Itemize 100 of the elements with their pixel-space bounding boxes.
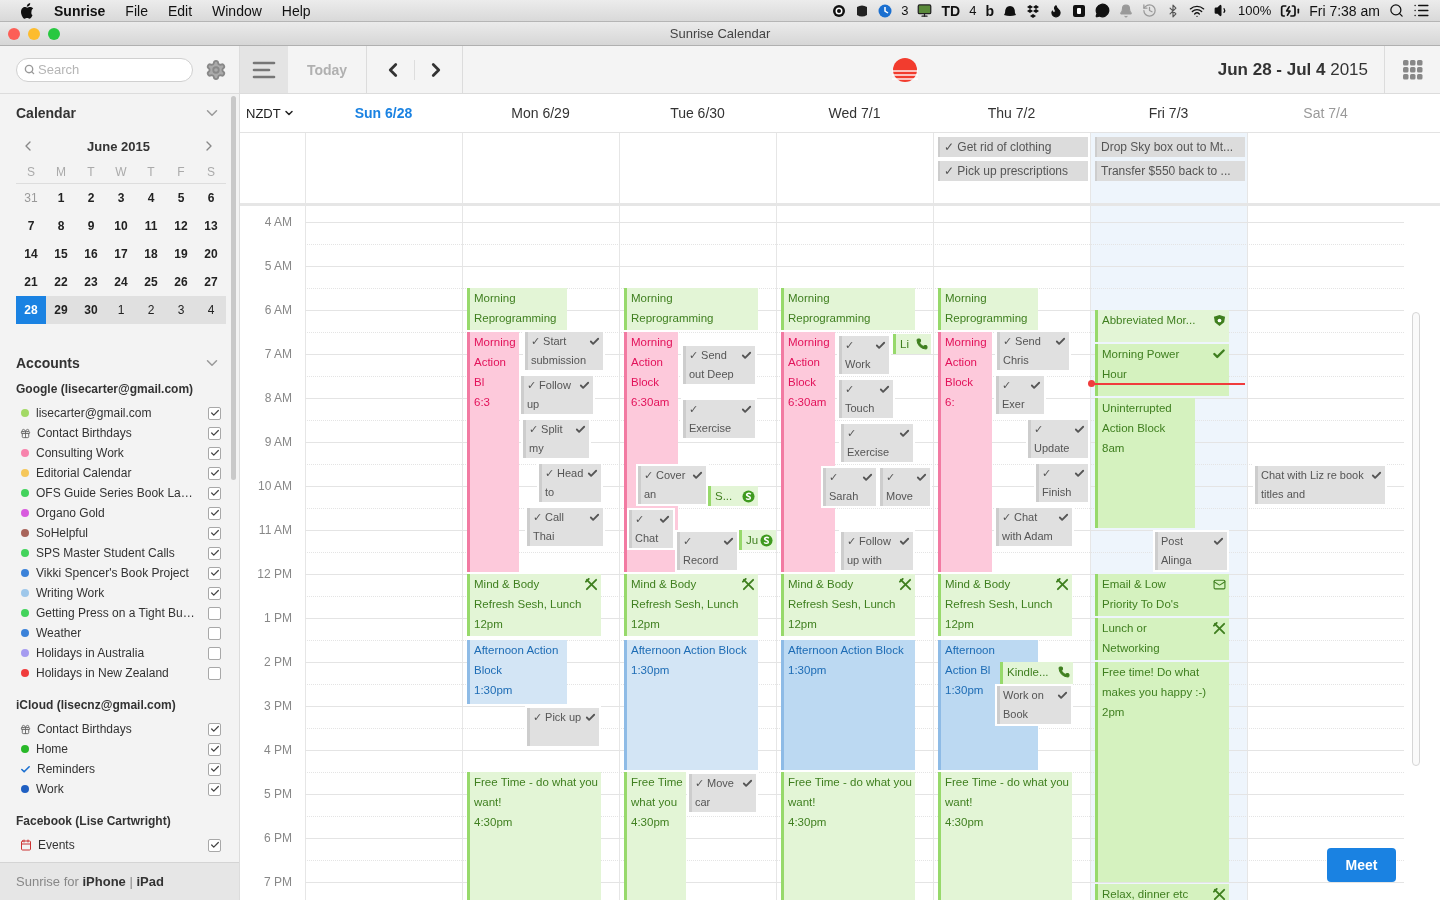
calendar-event[interactable]: Uninterrupted Action Block 8am	[1095, 398, 1195, 528]
app-label[interactable]: TD	[941, 2, 961, 19]
calendar-name[interactable]: SPS Master Student Calls	[36, 546, 202, 560]
task-item[interactable]: ✓ Head to	[537, 462, 603, 504]
calendar-event[interactable]: S...	[708, 486, 758, 506]
calendar-event[interactable]: Mind & Body Refresh Sesh, Lunch 12pm	[781, 574, 915, 636]
calendar-event[interactable]: Kindle...	[1000, 662, 1073, 684]
checkbox[interactable]	[208, 546, 221, 560]
menu-item[interactable]: File	[125, 2, 148, 19]
day-cell[interactable]: 3	[166, 296, 196, 324]
calendar-event[interactable]: Lunch or Networking	[1095, 618, 1229, 660]
calendar-name[interactable]: Holidays in New Zealand	[36, 666, 202, 680]
calendar-event[interactable]: Abbreviated Mor...	[1095, 310, 1229, 342]
day-cell[interactable]: 22	[46, 268, 76, 296]
day-cell[interactable]: 15	[46, 240, 76, 268]
calendar-event[interactable]: Mind & Body Refresh Sesh, Lunch 12pm	[467, 574, 601, 636]
day-label[interactable]: Wed 7/1	[776, 105, 933, 121]
day-cell[interactable]: 24	[106, 268, 136, 296]
checkbox[interactable]	[208, 506, 221, 520]
task-item[interactable]: ✓ Exercise	[681, 398, 757, 440]
day-label[interactable]: Sun 6/28	[305, 105, 462, 121]
checkbox[interactable]	[208, 406, 221, 420]
calendar-event[interactable]: Email & Low Priority To Do's	[1095, 574, 1229, 616]
menu-item[interactable]: Edit	[167, 2, 193, 19]
calendar-name[interactable]: OFS Guide Series Book La…	[36, 486, 202, 500]
checkbox[interactable]	[208, 646, 221, 660]
day-label[interactable]: Mon 6/29	[462, 105, 619, 121]
day-cell[interactable]: 28	[16, 296, 46, 324]
checkbox[interactable]	[208, 486, 221, 500]
calendar-event[interactable]: Morning Reprogramming	[781, 288, 915, 330]
calendar-name[interactable]: Weather	[36, 626, 202, 640]
day-cell[interactable]: 8	[46, 212, 76, 240]
calendar-name[interactable]: Reminders	[37, 762, 202, 776]
calendar-name[interactable]: Work	[36, 782, 202, 796]
all-day-task[interactable]: Drop Sky box out to Mt...	[1095, 137, 1245, 157]
day-cell[interactable]: 4	[136, 184, 166, 212]
day-cell[interactable]: 4	[196, 296, 226, 324]
calendar-event[interactable]: Morning Reprogramming	[467, 288, 567, 330]
task-item[interactable]: ✓ Update	[1026, 418, 1090, 460]
app-menu[interactable]: Sunrise	[54, 2, 106, 19]
day-cell[interactable]: 2	[136, 296, 166, 324]
checkbox[interactable]	[208, 426, 221, 440]
task-item[interactable]: ✓ Move car	[687, 772, 758, 814]
calendar-name[interactable]: SoHelpful	[36, 526, 202, 540]
calendar-name[interactable]: Vikki Spencer's Book Project	[36, 566, 202, 580]
calendar-event[interactable]: Ju	[739, 530, 776, 550]
task-item[interactable]: ✓ Send Chris	[995, 330, 1071, 372]
task-item[interactable]: ✓ Start submission	[523, 330, 605, 372]
checkbox[interactable]	[208, 742, 221, 756]
day-cell[interactable]: 21	[16, 268, 46, 296]
calendar-event[interactable]: Li	[893, 334, 931, 354]
day-label[interactable]: Thu 7/2	[933, 105, 1090, 121]
meet-button[interactable]: Meet	[1327, 848, 1396, 882]
calendar-event[interactable]: Free Time - do what you want! 4:30pm	[467, 772, 601, 900]
calendar-event[interactable]: Morning Reprogramming	[624, 288, 758, 330]
settings-icon[interactable]	[205, 58, 227, 81]
calendar-name[interactable]: Writing Work	[36, 586, 202, 600]
day-cell[interactable]: 12	[166, 212, 196, 240]
week-row[interactable]: 7 8 9 10 11 12 13	[16, 212, 226, 240]
search-icon[interactable]	[1389, 3, 1404, 18]
day-cell[interactable]: 25	[136, 268, 166, 296]
calendar-name[interactable]: lisecarter@gmail.com	[36, 406, 202, 420]
task-item[interactable]: ✓ Chat with Adam	[994, 506, 1074, 548]
checkbox[interactable]	[208, 722, 221, 736]
day-cell[interactable]: 3	[106, 184, 136, 212]
day-cell[interactable]: 18	[136, 240, 166, 268]
diamonds-icon[interactable]	[1025, 3, 1040, 18]
week-row[interactable]: 21 22 23 24 25 26 27	[16, 268, 226, 296]
week-row[interactable]: 31 1 2 3 4 5 6	[16, 184, 226, 212]
day-cell[interactable]: 7	[16, 212, 46, 240]
app-label[interactable]: b	[985, 2, 994, 19]
calendar-event[interactable]: Mind & Body Refresh Sesh, Lunch 12pm	[624, 574, 758, 636]
day-cell[interactable]: 2	[76, 184, 106, 212]
task-item[interactable]: ✓ Pick up	[525, 706, 601, 748]
calendar-event[interactable]: Free Time - do what you want! 4:30pm	[781, 772, 915, 900]
search-field[interactable]: Search	[16, 57, 193, 82]
day-cell[interactable]: 5	[166, 184, 196, 212]
scrollbar[interactable]	[231, 96, 236, 480]
clock-icon[interactable]	[878, 3, 893, 18]
task-item[interactable]: ✓ Send out Deep	[681, 344, 757, 386]
task-item[interactable]: ✓ Call Thai	[525, 506, 605, 548]
checkbox[interactable]	[208, 586, 221, 600]
task-item[interactable]: ✓ Follow up	[519, 374, 595, 416]
square-icon[interactable]	[1071, 3, 1086, 18]
flame-icon[interactable]	[1048, 3, 1063, 18]
scrollbar[interactable]	[1412, 312, 1420, 766]
calendar-event[interactable]: Afternoon Action Block 1:30pm	[467, 640, 567, 704]
menu-item[interactable]: Help	[281, 2, 311, 19]
day-cell[interactable]: 10	[106, 212, 136, 240]
app-icon[interactable]	[855, 3, 870, 18]
checkbox[interactable]	[208, 526, 221, 540]
calendar-event[interactable]: Free Time what you 4:30pm	[624, 772, 686, 900]
day-cell[interactable]: 16	[76, 240, 106, 268]
day-cell[interactable]: 19	[166, 240, 196, 268]
day-cell[interactable]: 1	[106, 296, 136, 324]
task-item[interactable]: Chat with Liz re book titles and	[1253, 464, 1387, 506]
checkbox[interactable]	[208, 838, 221, 852]
checkbox[interactable]	[208, 606, 221, 620]
calendar-name[interactable]: Getting Press on a Tight Bu…	[36, 606, 202, 620]
checkbox[interactable]	[208, 782, 221, 796]
